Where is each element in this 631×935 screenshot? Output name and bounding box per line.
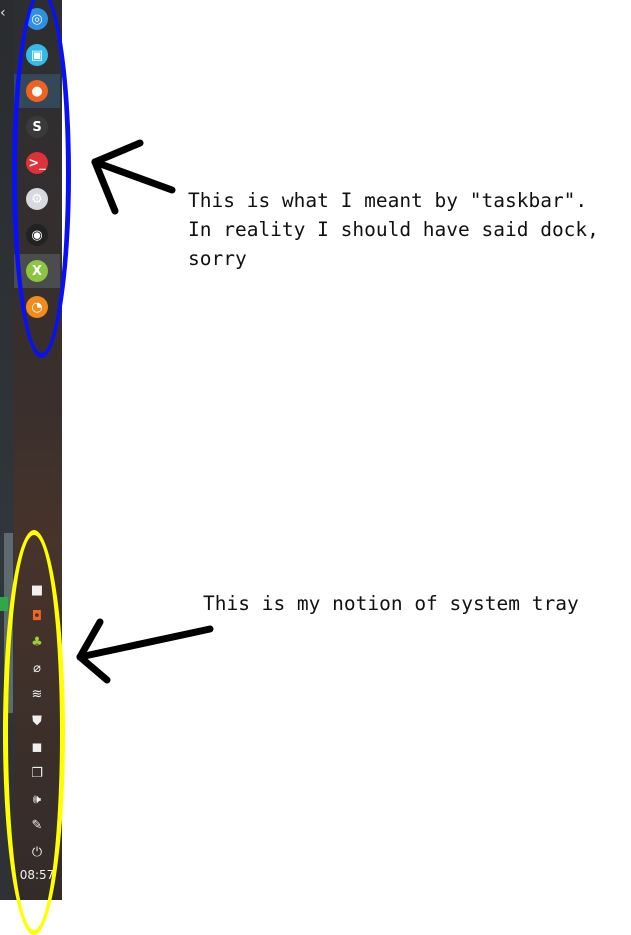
android-icon: ♣ [31,634,43,650]
tray-arrow-head-bottom [76,653,111,684]
taskbar-arrow-head-top [91,139,144,166]
tray-power[interactable]: ⏻ [23,842,51,862]
tray-keyboard[interactable]: ◼ [23,737,51,757]
tray-shield[interactable]: ⛊ [23,711,51,731]
tray-pen[interactable]: ✎ [23,816,51,836]
speaker-icon: 🕪 [32,792,42,808]
tray-android[interactable]: ♣ [23,632,51,652]
tray-volume[interactable]: 🕪 [23,790,51,810]
tray-ubuntu-one[interactable]: ◘ [23,606,51,626]
annotation-arrows [76,139,214,684]
taskbar-annotation-text: This is what I meant by "taskbar". In re… [188,189,599,270]
cloud-sync-icon: ◘ [31,608,43,624]
black-square-icon: ◼ [31,739,43,755]
tray-annotation-text: This is my notion of system tray [203,592,579,615]
window-stack-icon: ❐ [31,765,43,781]
wifi-icon: ≋ [31,687,43,703]
paperclip-icon: ⌀ [33,661,41,677]
power-icon: ⏻ [31,844,43,860]
tray-arrow-shaft [76,625,214,661]
tray-notification[interactable]: ■ [23,580,51,600]
pen-icon: ✎ [31,818,43,834]
shield-icon: ⛊ [32,713,42,729]
white-square-icon: ■ [30,582,44,598]
tray-clipboard[interactable]: ⌀ [23,659,51,679]
tray-windows[interactable]: ❐ [23,763,51,783]
tray-wifi[interactable]: ≋ [23,685,51,705]
